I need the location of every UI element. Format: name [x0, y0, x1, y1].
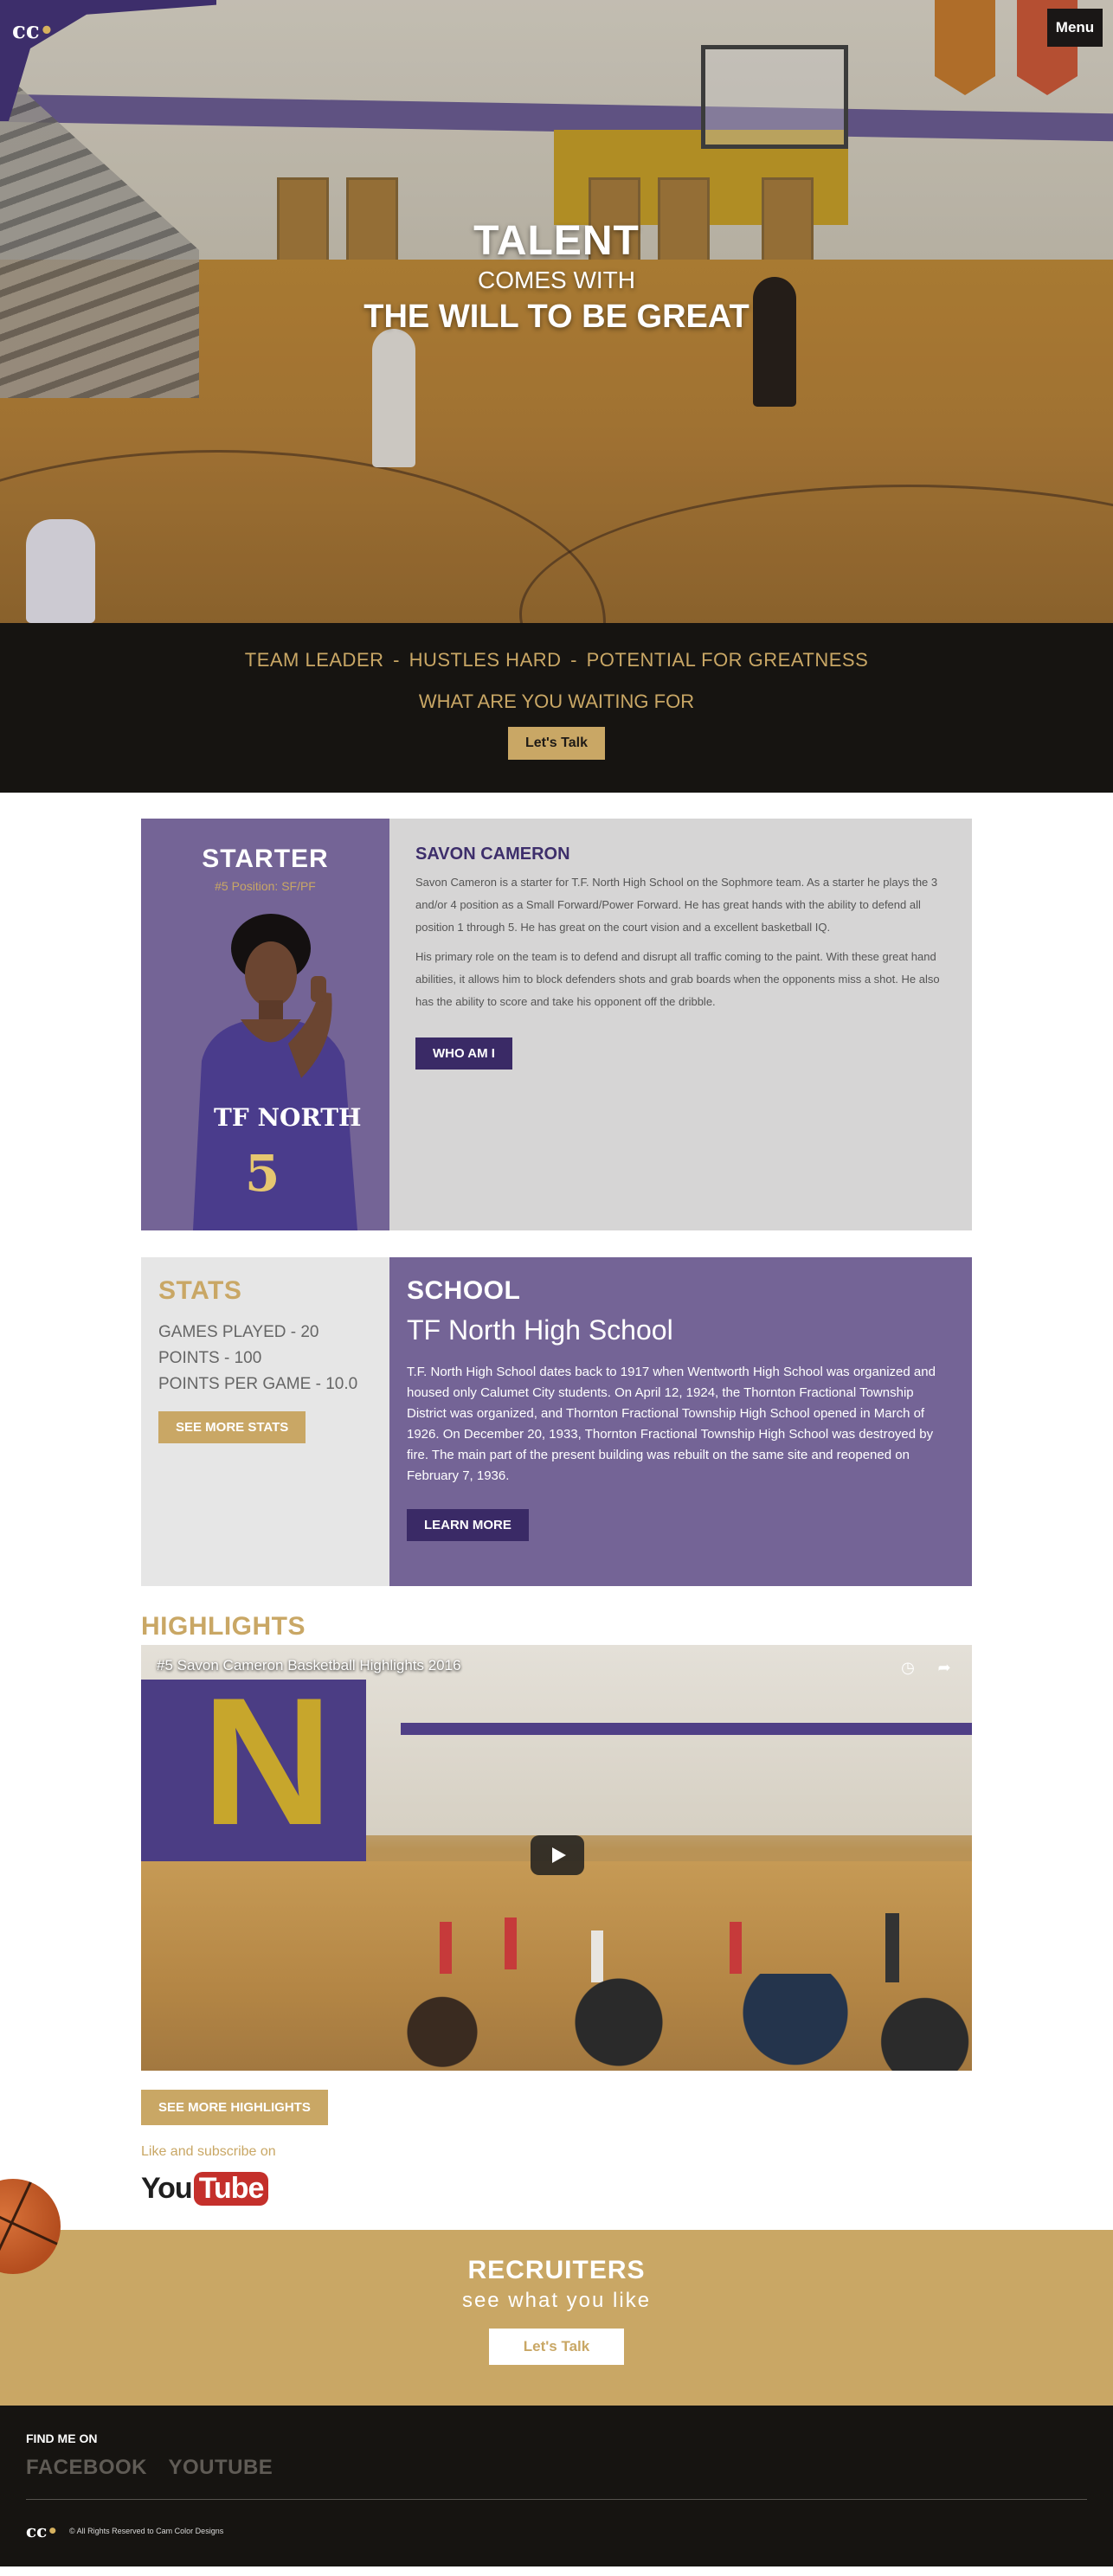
hero-line-3: THE WILL TO BE GREAT [363, 299, 750, 335]
video-player-figure [440, 1922, 452, 1974]
starter-section: STARTER #5 Position: SF/PF TF NORTH 5 SA… [141, 819, 972, 1230]
hero-line-1: TALENT [473, 218, 640, 264]
main-content: STARTER #5 Position: SF/PF TF NORTH 5 SA… [141, 819, 972, 2206]
see-more-stats-button[interactable]: SEE MORE STATS [158, 1411, 306, 1443]
tagline-item: POTENTIAL FOR GREATNESS [586, 649, 869, 671]
share-icon[interactable]: ➦ [934, 1657, 955, 1678]
see-more-highlights-button[interactable]: SEE MORE HIGHLIGHTS [141, 2090, 328, 2125]
video-frame-stripe [401, 1723, 972, 1735]
highlight-video-player[interactable]: N #5 Savon Cameron Basketball Highlights… [141, 1645, 972, 2071]
footer-logo-dot-icon: • [47, 2521, 59, 2541]
facebook-link[interactable]: FACEBOOK [26, 2456, 147, 2479]
player-photo: TF NORTH 5 [193, 914, 362, 1230]
tagline-separator: - [570, 649, 577, 671]
lets-talk-button[interactable]: Let's Talk [508, 727, 605, 760]
stats-title: STATS [158, 1276, 242, 1305]
footer-bottom: cc• © All Rights Reserved to Cam Color D… [26, 2515, 1087, 2547]
recruiters-subtitle: see what you like [461, 2289, 652, 2312]
video-controls: ◷ ➦ [897, 1657, 955, 1678]
stats-school-section: STATS GAMES PLAYED - 20 POINTS - 100 POI… [141, 1257, 972, 1586]
highlights-section: HIGHLIGHTS N #5 Savon Cameron Basketball… [141, 1612, 972, 2206]
subscribe-text: Like and subscribe on [141, 2144, 276, 2159]
highlights-title: HIGHLIGHTS [141, 1612, 306, 1641]
youtube-logo[interactable]: You Tube [141, 2172, 269, 2206]
school-name: TF North High School [407, 1314, 673, 1346]
tagline-question: WHAT ARE YOU WAITING FOR [418, 691, 695, 712]
learn-more-button[interactable]: LEARN MORE [407, 1509, 529, 1541]
tagline-item: TEAM LEADER [244, 649, 384, 671]
video-frame-crowd [383, 1974, 972, 2071]
starter-card: STARTER #5 Position: SF/PF TF NORTH 5 [141, 819, 389, 1230]
tagline-qualities: TEAM LEADER - HUSTLES HARD - POTENTIAL F… [0, 647, 1113, 673]
player-name: SAVON CAMERON [415, 845, 570, 864]
youtube-logo-you: You [141, 2172, 193, 2205]
player-bio: SAVON CAMERON Savon Cameron is a starter… [389, 819, 972, 1230]
logo-text: cc [12, 18, 40, 44]
stat-item: GAMES PLAYED - 20 [158, 1323, 319, 1341]
player-position: #5 Position: SF/PF [215, 879, 316, 893]
footer-divider [26, 2499, 1087, 2500]
stats-list: GAMES PLAYED - 20 POINTS - 100 POINTS PE… [158, 1320, 372, 1397]
school-title: SCHOOL [407, 1276, 521, 1305]
logo-dot-icon: • [39, 18, 55, 44]
video-referee-figure [885, 1913, 899, 1982]
footer-logo-text: cc [26, 2521, 48, 2541]
recruiters-section: RECRUITERS see what you like Let's Talk [0, 2230, 1113, 2406]
tagline-section: TEAM LEADER - HUSTLES HARD - POTENTIAL F… [0, 623, 1113, 793]
who-am-i-button[interactable]: WHO AM I [415, 1037, 512, 1070]
menu-button[interactable]: Menu [1047, 9, 1103, 47]
starter-title: STARTER [202, 845, 329, 873]
video-title[interactable]: #5 Savon Cameron Basketball Highlights 2… [157, 1657, 461, 1674]
footer: FIND ME ON FACEBOOK YOUTUBE cc• © All Ri… [0, 2406, 1113, 2566]
jersey-number: 5 [245, 1144, 280, 1203]
play-button-icon[interactable] [531, 1835, 584, 1875]
stats-card: STATS GAMES PLAYED - 20 POINTS - 100 POI… [141, 1257, 389, 1586]
video-player-figure [730, 1922, 742, 1974]
school-card: SCHOOL TF North High School T.F. North H… [389, 1257, 972, 1586]
watch-later-icon[interactable]: ◷ [897, 1657, 918, 1678]
hero-line-2: COMES WITH [478, 267, 635, 293]
tagline-item: HUSTLES HARD [409, 649, 562, 671]
hero-section: cc• Menu TALENT COMES WITH THE WILL TO B… [0, 0, 1113, 623]
school-description: T.F. North High School dates back to 191… [407, 1365, 936, 1483]
bio-paragraph: Savon Cameron is a starter for T.F. Nort… [415, 876, 938, 934]
hero-headline: TALENT COMES WITH THE WILL TO BE GREAT [0, 218, 1113, 337]
stat-item: POINTS - 100 [158, 1349, 262, 1367]
video-player-figure [505, 1918, 517, 1969]
jersey-text: TF NORTH [214, 1103, 362, 1132]
copyright-text: © All Rights Reserved to Cam Color Desig… [69, 2527, 224, 2535]
video-frame-letter: N [202, 1660, 333, 1863]
recruiters-lets-talk-button[interactable]: Let's Talk [488, 2329, 625, 2365]
tagline-separator: - [393, 649, 400, 671]
site-logo[interactable]: cc• [12, 12, 54, 50]
stat-item: POINTS PER GAME - 10.0 [158, 1375, 358, 1393]
footer-logo[interactable]: cc• [26, 2515, 59, 2547]
youtube-logo-tube: Tube [193, 2172, 269, 2206]
social-links: FACEBOOK YOUTUBE [26, 2456, 1087, 2480]
recruiters-title: RECRUITERS [467, 2256, 646, 2284]
youtube-link[interactable]: YOUTUBE [168, 2456, 273, 2479]
find-me-label: FIND ME ON [26, 2431, 98, 2445]
bio-paragraph: His primary role on the team is to defen… [415, 950, 940, 1008]
